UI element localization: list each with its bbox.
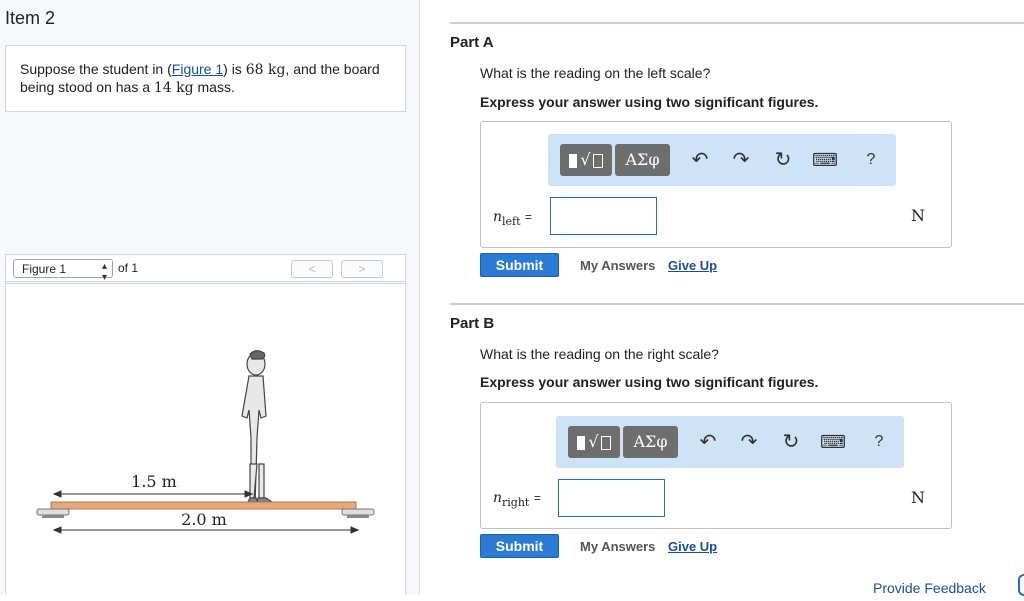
board-mass: 14 kg xyxy=(153,80,194,96)
part-b-unit: N xyxy=(911,488,925,507)
reset-icon[interactable]: ↻ xyxy=(778,429,804,455)
figure-select[interactable]: Figure 1 ▴ ▾ xyxy=(13,259,113,283)
left-pane: Item 2 Suppose the student in (Figure 1)… xyxy=(0,0,420,595)
dimension-1-5m xyxy=(52,490,254,498)
figure-link[interactable]: Figure 1 xyxy=(172,61,223,77)
part-b-title: Part B xyxy=(450,315,495,332)
dimension-label-bottom: 2.0 m xyxy=(181,510,227,529)
part-a-unit: N xyxy=(911,206,925,225)
help-icon[interactable]: ? xyxy=(858,147,884,173)
right-scale xyxy=(341,508,375,518)
select-arrows-icon: ▴ ▾ xyxy=(101,261,107,283)
next-figure-button[interactable]: > xyxy=(341,260,383,278)
part-b-answer-input[interactable] xyxy=(558,479,665,517)
part-b-divider xyxy=(450,303,1024,305)
figure-diagram: 1.5 m 2.0 m xyxy=(36,350,375,534)
help-icon[interactable]: ? xyxy=(866,429,892,455)
student-mass: 68 kg xyxy=(245,62,286,78)
part-a-divider xyxy=(450,22,1024,24)
figure-panel: 1.5 m 2.0 m xyxy=(5,283,406,595)
student-figure xyxy=(241,350,274,509)
part-a-variable-label: nleft = xyxy=(493,209,533,228)
continue-button-edge[interactable] xyxy=(1018,574,1024,596)
undo-icon[interactable]: ↶ xyxy=(695,429,721,455)
keyboard-icon[interactable]: ⌨ xyxy=(820,429,846,455)
part-a-answer-input[interactable] xyxy=(550,197,657,235)
part-b-question: What is the reading on the right scale? xyxy=(480,346,719,362)
part-b-give-up-link[interactable]: Give Up xyxy=(668,539,717,554)
part-a-submit-button[interactable]: Submit xyxy=(480,253,559,277)
figure-navigation: Figure 1 ▴ ▾ of 1 < > xyxy=(5,254,406,283)
provide-feedback-link[interactable]: Provide Feedback xyxy=(873,580,986,596)
part-b-answer-box: √ ΑΣφ ↶ ↷ ↻ ⌨ ? nright = N xyxy=(480,402,952,529)
part-b-submit-button[interactable]: Submit xyxy=(480,534,559,558)
part-a-my-answers-link[interactable]: My Answers xyxy=(580,258,655,273)
left-scale xyxy=(36,508,70,518)
dimension-label-top: 1.5 m xyxy=(131,472,177,491)
greek-symbols-button[interactable]: ΑΣφ xyxy=(615,144,670,176)
part-b-variable-label: nright = xyxy=(493,490,541,509)
redo-icon[interactable]: ↷ xyxy=(736,429,762,455)
prev-figure-button[interactable]: < xyxy=(291,260,333,278)
greek-symbols-button[interactable]: ΑΣφ xyxy=(623,426,678,458)
templates-button[interactable]: √ xyxy=(560,144,612,176)
keyboard-icon[interactable]: ⌨ xyxy=(812,147,838,173)
reset-icon[interactable]: ↻ xyxy=(770,147,796,173)
part-b-instruction: Express your answer using two significan… xyxy=(480,374,819,390)
undo-icon[interactable]: ↶ xyxy=(687,147,713,173)
board xyxy=(50,501,357,510)
redo-icon[interactable]: ↷ xyxy=(728,147,754,173)
templates-button[interactable]: √ xyxy=(568,426,620,458)
item-title: Item 2 xyxy=(5,8,56,28)
part-a-answer-box: √ ΑΣφ ↶ ↷ ↻ ⌨ ? nleft = N xyxy=(480,121,952,248)
part-a-math-toolbar: √ ΑΣφ ↶ ↷ ↻ ⌨ ? xyxy=(548,134,896,186)
part-b-my-answers-link[interactable]: My Answers xyxy=(580,539,655,554)
part-a-instruction: Express your answer using two significan… xyxy=(480,94,819,110)
part-a-title: Part A xyxy=(450,34,494,51)
part-b-math-toolbar: √ ΑΣφ ↶ ↷ ↻ ⌨ ? xyxy=(556,416,904,468)
figure-count: of 1 xyxy=(118,261,139,275)
part-a-question: What is the reading on the left scale? xyxy=(480,65,711,81)
problem-statement: Suppose the student in (Figure 1) is 68 … xyxy=(5,45,406,112)
part-a-give-up-link[interactable]: Give Up xyxy=(668,258,717,273)
